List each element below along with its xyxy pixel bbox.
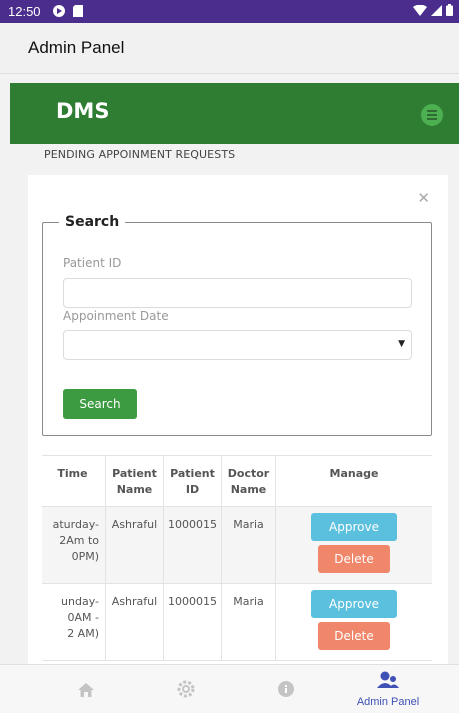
approve-button[interactable]: Approve [311, 513, 397, 541]
app-bar-title: Admin Panel [28, 38, 125, 57]
doctor-name-cell: Maria [222, 507, 276, 583]
appointment-date-select[interactable]: ▼ [63, 330, 412, 360]
table-header-row: Time Patient Name Patient ID Doctor Name… [42, 456, 432, 507]
delete-button[interactable]: Delete [318, 622, 390, 650]
menu-toggle-button[interactable] [421, 104, 443, 126]
patient-name-cell: Ashraful [106, 584, 164, 660]
sim-card-icon [73, 5, 83, 21]
admin-users-icon [376, 670, 400, 694]
wifi-icon [413, 4, 427, 20]
patient-id-cell: 1000015 [164, 584, 222, 660]
nav-item-settings[interactable] [140, 665, 232, 713]
nav-item-home[interactable] [40, 665, 132, 713]
bottom-navigation: Admin Panel [0, 664, 459, 713]
appointment-date-label: Appoinment Date [63, 309, 169, 323]
status-bar: 12:50 [0, 0, 459, 23]
nav-item-admin-panel[interactable]: Admin Panel [342, 665, 434, 713]
top-navbar: DMS [10, 83, 459, 144]
nav-label-admin-panel: Admin Panel [356, 696, 420, 708]
search-fieldset: Search Patient ID Appoinment Date ▼ Sear… [42, 214, 432, 436]
patient-name-cell: Ashraful [106, 507, 164, 583]
brand-logo[interactable]: DMS [56, 99, 109, 123]
close-icon[interactable]: ✕ [417, 189, 430, 207]
table-row: unday- 0AM - 2 AM) Ashraful 1000015 Mari… [42, 584, 432, 661]
column-header: Doctor Name [222, 456, 276, 506]
signal-icon [431, 4, 442, 20]
search-button[interactable]: Search [63, 389, 137, 419]
page-title: PENDING APPOINMENT REQUESTS [44, 148, 236, 161]
doctor-name-cell: Maria [222, 584, 276, 660]
manage-cell: Approve Delete [276, 584, 432, 660]
home-icon [78, 682, 94, 701]
patient-id-cell: 1000015 [164, 507, 222, 583]
column-header: Manage [329, 467, 379, 480]
delete-button[interactable]: Delete [318, 545, 390, 573]
nav-item-info[interactable] [240, 665, 332, 713]
column-header: Time [42, 456, 106, 506]
hamburger-icon [427, 110, 437, 112]
status-time: 12:50 [8, 4, 41, 19]
dropdown-arrow-icon: ▼ [398, 339, 405, 349]
patient-id-label: Patient ID [63, 256, 122, 270]
settings-icon [176, 679, 196, 703]
battery-icon [446, 4, 453, 20]
info-icon [278, 681, 294, 701]
column-header: Patient Name [106, 456, 164, 506]
search-panel: ✕ Search Patient ID Appoinment Date ▼ Se… [28, 175, 448, 664]
patient-id-input[interactable] [63, 278, 412, 308]
search-legend: Search [65, 214, 120, 230]
app-notification-icon [52, 4, 66, 22]
appointments-table: Time Patient Name Patient ID Doctor Name… [42, 455, 432, 661]
web-content: DMS PENDING APPOINMENT REQUESTS ✕ Search… [0, 74, 459, 664]
time-cell: unday- 0AM - 2 AM) [42, 584, 106, 660]
manage-cell: Approve Delete [276, 507, 432, 583]
app-bar: Admin Panel [0, 23, 459, 74]
column-header: Patient ID [164, 456, 222, 506]
time-cell: aturday- 2Am to 0PM) [42, 507, 106, 583]
approve-button[interactable]: Approve [311, 590, 397, 618]
table-row: aturday- 2Am to 0PM) Ashraful 1000015 Ma… [42, 507, 432, 584]
